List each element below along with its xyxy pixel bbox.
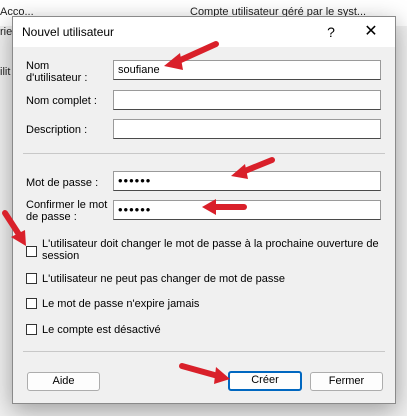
red-arrow-icon	[2, 210, 26, 246]
red-arrow-icon	[179, 363, 230, 384]
fullname-label: Nom complet :	[26, 95, 97, 107]
dialog-title: Nouvel utilisateur	[22, 25, 115, 39]
separator-2	[23, 351, 385, 352]
red-arrow-icon	[202, 199, 247, 215]
option-label: L'utilisateur ne peut pas changer de mot…	[42, 273, 286, 285]
option-label: Le mot de passe n'expire jamais	[42, 298, 200, 310]
option-account-disabled[interactable]: Le compte est désactivé	[26, 324, 386, 338]
username-field[interactable]: soufiane	[113, 60, 381, 80]
red-arrow-icon	[231, 157, 275, 179]
option-cannot-change-password[interactable]: L'utilisateur ne peut pas changer de mot…	[26, 273, 386, 287]
background-text-3: ilit	[0, 66, 11, 78]
checkbox[interactable]	[26, 298, 37, 309]
checkbox[interactable]	[26, 324, 37, 335]
option-must-change-password[interactable]: L'utilisateur doit changer le mot de pas…	[26, 238, 386, 264]
background-text-2: rie	[0, 26, 13, 38]
confirm-password-label: Confirmer le mot de passe :	[26, 199, 108, 223]
description-label: Description :	[26, 124, 88, 136]
separator-1	[23, 153, 385, 154]
option-label: L'utilisateur doit changer le mot de pas…	[42, 238, 379, 262]
password-label: Mot de passe :	[26, 177, 99, 189]
close-title-button[interactable]: ✕	[359, 21, 383, 43]
create-button[interactable]: Créer	[228, 371, 302, 391]
option-password-never-expires[interactable]: Le mot de passe n'expire jamais	[26, 298, 386, 312]
username-label: Nom d'utilisateur :	[26, 60, 88, 84]
checkbox[interactable]	[26, 273, 37, 284]
red-arrow-icon	[164, 41, 219, 70]
help-title-button[interactable]: ?	[319, 21, 343, 43]
description-field[interactable]	[113, 119, 381, 139]
fullname-field[interactable]	[113, 90, 381, 110]
help-button[interactable]: Aide	[27, 372, 100, 391]
close-button[interactable]: Fermer	[310, 372, 383, 391]
option-label: Le compte est désactivé	[42, 324, 161, 336]
